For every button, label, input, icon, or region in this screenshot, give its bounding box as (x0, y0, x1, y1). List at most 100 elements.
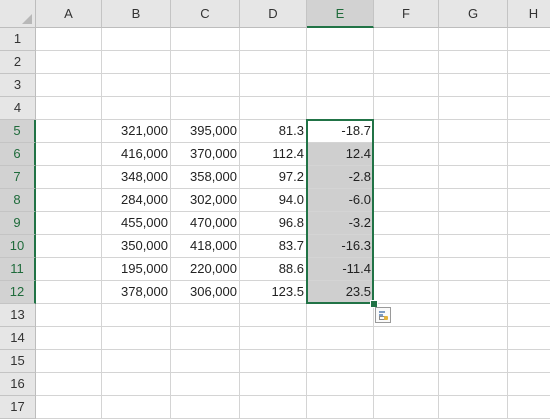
cell-a6[interactable] (36, 143, 102, 166)
cell-c7[interactable]: 358,000 (171, 166, 240, 189)
cell-e1[interactable] (307, 28, 374, 51)
cell-f4[interactable] (374, 97, 439, 120)
cell-e9[interactable]: -3.2 (307, 212, 374, 235)
cell-e14[interactable] (307, 327, 374, 350)
cell-h15[interactable] (508, 350, 550, 373)
column-header-a[interactable]: A (36, 0, 102, 28)
cell-a14[interactable] (36, 327, 102, 350)
cell-e3[interactable] (307, 74, 374, 97)
cell-e17[interactable] (307, 396, 374, 419)
row-header-12[interactable]: 12 (0, 281, 36, 304)
row-header-11[interactable]: 11 (0, 258, 36, 281)
cell-c11[interactable]: 220,000 (171, 258, 240, 281)
column-header-d[interactable]: D (240, 0, 307, 28)
cell-d11[interactable]: 88.6 (240, 258, 307, 281)
cell-g2[interactable] (439, 51, 508, 74)
cell-d17[interactable] (240, 396, 307, 419)
cell-g7[interactable] (439, 166, 508, 189)
cell-a9[interactable] (36, 212, 102, 235)
cell-c17[interactable] (171, 396, 240, 419)
cell-f3[interactable] (374, 74, 439, 97)
cell-g3[interactable] (439, 74, 508, 97)
cell-b17[interactable] (102, 396, 171, 419)
cell-c9[interactable]: 470,000 (171, 212, 240, 235)
cell-h11[interactable] (508, 258, 550, 281)
row-header-2[interactable]: 2 (0, 51, 36, 74)
cell-b16[interactable] (102, 373, 171, 396)
cell-c5[interactable]: 395,000 (171, 120, 240, 143)
cell-f16[interactable] (374, 373, 439, 396)
cell-h12[interactable] (508, 281, 550, 304)
row-header-8[interactable]: 8 (0, 189, 36, 212)
cell-d14[interactable] (240, 327, 307, 350)
cell-f5[interactable] (374, 120, 439, 143)
cell-b4[interactable] (102, 97, 171, 120)
cell-d12[interactable]: 123.5 (240, 281, 307, 304)
cell-e12[interactable]: 23.5 (307, 281, 374, 304)
cell-d8[interactable]: 94.0 (240, 189, 307, 212)
cell-c2[interactable] (171, 51, 240, 74)
cell-d13[interactable] (240, 304, 307, 327)
cell-f2[interactable] (374, 51, 439, 74)
cell-f14[interactable] (374, 327, 439, 350)
cell-f8[interactable] (374, 189, 439, 212)
select-all-button[interactable] (0, 0, 36, 28)
cell-c6[interactable]: 370,000 (171, 143, 240, 166)
cell-d9[interactable]: 96.8 (240, 212, 307, 235)
cell-b1[interactable] (102, 28, 171, 51)
column-header-f[interactable]: F (374, 0, 439, 28)
cell-a4[interactable] (36, 97, 102, 120)
cell-b15[interactable] (102, 350, 171, 373)
column-header-c[interactable]: C (171, 0, 240, 28)
cell-f9[interactable] (374, 212, 439, 235)
cell-g4[interactable] (439, 97, 508, 120)
cell-a16[interactable] (36, 373, 102, 396)
cell-h14[interactable] (508, 327, 550, 350)
cell-c15[interactable] (171, 350, 240, 373)
cell-d4[interactable] (240, 97, 307, 120)
cell-d3[interactable] (240, 74, 307, 97)
cell-g14[interactable] (439, 327, 508, 350)
row-header-1[interactable]: 1 (0, 28, 36, 51)
cell-g9[interactable] (439, 212, 508, 235)
cell-c12[interactable]: 306,000 (171, 281, 240, 304)
column-header-h[interactable]: H (508, 0, 550, 28)
cell-a13[interactable] (36, 304, 102, 327)
row-header-10[interactable]: 10 (0, 235, 36, 258)
cell-h4[interactable] (508, 97, 550, 120)
cell-a1[interactable] (36, 28, 102, 51)
cell-d7[interactable]: 97.2 (240, 166, 307, 189)
cell-d1[interactable] (240, 28, 307, 51)
cell-c4[interactable] (171, 97, 240, 120)
cell-g10[interactable] (439, 235, 508, 258)
cell-c10[interactable]: 418,000 (171, 235, 240, 258)
cell-c14[interactable] (171, 327, 240, 350)
cell-h9[interactable] (508, 212, 550, 235)
column-header-b[interactable]: B (102, 0, 171, 28)
cell-a3[interactable] (36, 74, 102, 97)
cell-b12[interactable]: 378,000 (102, 281, 171, 304)
cell-f6[interactable] (374, 143, 439, 166)
quick-analysis-icon[interactable] (375, 307, 391, 323)
column-header-g[interactable]: G (439, 0, 508, 28)
cell-c1[interactable] (171, 28, 240, 51)
cell-h2[interactable] (508, 51, 550, 74)
column-header-e[interactable]: E (307, 0, 374, 28)
cell-d6[interactable]: 112.4 (240, 143, 307, 166)
cell-b6[interactable]: 416,000 (102, 143, 171, 166)
cell-a15[interactable] (36, 350, 102, 373)
row-header-9[interactable]: 9 (0, 212, 36, 235)
row-header-16[interactable]: 16 (0, 373, 36, 396)
spreadsheet-grid[interactable]: A B C D E F G H 1 2 3 4 5 321,000 395,000 81.3 -18.7 6 416… (0, 0, 550, 419)
cell-a17[interactable] (36, 396, 102, 419)
row-header-6[interactable]: 6 (0, 143, 36, 166)
cell-h8[interactable] (508, 189, 550, 212)
cell-h17[interactable] (508, 396, 550, 419)
cell-h10[interactable] (508, 235, 550, 258)
cell-d10[interactable]: 83.7 (240, 235, 307, 258)
cell-e15[interactable] (307, 350, 374, 373)
cell-a7[interactable] (36, 166, 102, 189)
cell-e13[interactable] (307, 304, 374, 327)
cell-e2[interactable] (307, 51, 374, 74)
cell-e4[interactable] (307, 97, 374, 120)
